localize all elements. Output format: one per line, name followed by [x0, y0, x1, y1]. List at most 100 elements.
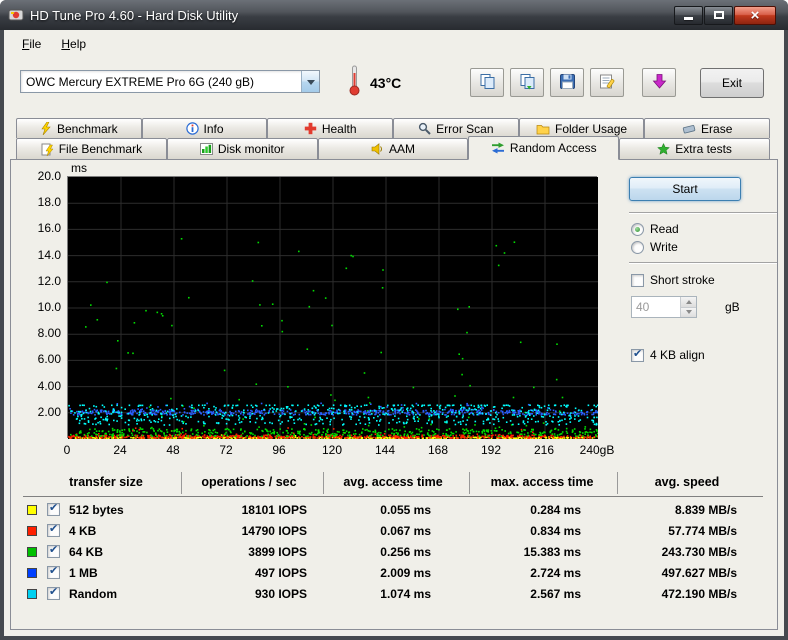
- tab-random-access[interactable]: Random Access: [468, 136, 619, 160]
- stroke-size-input[interactable]: [632, 297, 680, 317]
- x-tick: 216: [522, 443, 566, 457]
- x-tick: 96: [257, 443, 301, 457]
- maximize-icon: [714, 11, 724, 19]
- tab-info[interactable]: Info: [142, 118, 268, 138]
- write-radio[interactable]: [631, 241, 644, 254]
- short-stroke-label: Short stroke: [650, 273, 715, 287]
- table-row: 512 bytes18101 IOPS0.055 ms0.284 ms8.839…: [11, 500, 777, 521]
- maximize-button[interactable]: [704, 6, 733, 25]
- tab-file-benchmark[interactable]: File Benchmark: [16, 138, 167, 159]
- column-divider: [181, 472, 182, 494]
- column-divider: [469, 472, 470, 494]
- x-axis-labels: 024487296120144168192216240gB: [11, 443, 651, 459]
- tab-folder-usage[interactable]: Folder Usage: [519, 118, 645, 138]
- max-access-value: 15.383 ms: [469, 545, 581, 559]
- max-access-value: 2.724 ms: [469, 566, 581, 580]
- minimize-button[interactable]: [674, 6, 703, 25]
- y-tick: 10.0: [38, 300, 61, 314]
- table-row: 4 KB14790 IOPS0.067 ms0.834 ms57.774 MB/…: [11, 521, 777, 542]
- health-icon: [304, 122, 317, 135]
- y-tick: 12.0: [38, 274, 61, 288]
- x-tick: 240gB: [575, 443, 619, 457]
- titlebar[interactable]: HD Tune Pro 4.60 - Hard Disk Utility ×: [0, 0, 788, 30]
- series-checkbox[interactable]: [47, 503, 60, 516]
- tab-disk-monitor[interactable]: Disk monitor: [167, 138, 318, 159]
- ops-value: 18101 IOPS: [181, 503, 307, 517]
- extra-tests-icon: [657, 143, 670, 155]
- write-label: Write: [650, 240, 678, 254]
- save-text-icon: [599, 73, 616, 93]
- spinner-up-icon[interactable]: [681, 297, 696, 308]
- align-checkbox[interactable]: [631, 349, 644, 362]
- minimize-icon: [684, 17, 693, 20]
- access-time-chart: [67, 176, 597, 438]
- table-row: Random930 IOPS1.074 ms2.567 ms472.190 MB…: [11, 584, 777, 605]
- series-checkbox[interactable]: [47, 566, 60, 579]
- y-tick: 8.00: [38, 326, 61, 340]
- copy-text-button[interactable]: [510, 68, 544, 97]
- tab-extra-tests[interactable]: Extra tests: [619, 138, 770, 159]
- avg-access-value: 2.009 ms: [323, 566, 431, 580]
- short-stroke-checkbox[interactable]: [631, 274, 644, 287]
- menu-item-help[interactable]: Help: [51, 34, 96, 54]
- avg-speed-value: 497.627 MB/s: [609, 566, 737, 580]
- ops-value: 14790 IOPS: [181, 524, 307, 538]
- download-icon: [651, 73, 668, 93]
- save-text-button[interactable]: [590, 68, 624, 97]
- y-axis-unit: ms: [71, 161, 87, 175]
- read-radio[interactable]: [631, 223, 644, 236]
- x-tick: 192: [469, 443, 513, 457]
- drive-select[interactable]: OWC Mercury EXTREME Pro 6G (240 gB): [20, 70, 320, 93]
- series-checkbox[interactable]: [47, 545, 60, 558]
- chevron-down-icon[interactable]: [301, 71, 319, 92]
- series-checkbox[interactable]: [47, 524, 60, 537]
- copy-image-button[interactable]: [470, 68, 504, 97]
- eraser-icon: [682, 123, 696, 135]
- close-button[interactable]: ×: [734, 6, 776, 25]
- capture-button[interactable]: [642, 68, 676, 97]
- series-checkbox[interactable]: [47, 587, 60, 600]
- col-header-max-access: max. access time: [469, 475, 615, 489]
- x-tick: 72: [204, 443, 248, 457]
- tab-health[interactable]: Health: [267, 118, 393, 138]
- series-color-swatch: [27, 505, 37, 515]
- menu-item-file[interactable]: File: [12, 34, 51, 54]
- transfer-size-label: 1 MB: [69, 566, 98, 580]
- thermometer-icon: [348, 64, 361, 99]
- x-tick: 0: [45, 443, 89, 457]
- random-access-panel: ms 20.018.016.014.012.010.08.006.004.002…: [10, 159, 778, 630]
- magnifier-icon: [418, 122, 431, 135]
- save-image-button[interactable]: [550, 68, 584, 97]
- avg-speed-value: 472.190 MB/s: [609, 587, 737, 601]
- copy-add-icon: [519, 73, 536, 93]
- tab-error-scan[interactable]: Error Scan: [393, 118, 519, 138]
- drive-select-value: OWC Mercury EXTREME Pro 6G (240 gB): [21, 75, 301, 89]
- file-benchmark-icon: [41, 143, 54, 156]
- tab-benchmark[interactable]: Benchmark: [16, 118, 142, 138]
- series-color-swatch: [27, 568, 37, 578]
- transfer-size-label: Random: [69, 587, 117, 601]
- table-row: 64 KB3899 IOPS0.256 ms15.383 ms243.730 M…: [11, 542, 777, 563]
- y-axis-labels: 20.018.016.014.012.010.08.006.004.002.00: [11, 160, 61, 460]
- tab-erase[interactable]: Erase: [644, 118, 770, 138]
- spinner-down-icon[interactable]: [681, 308, 696, 318]
- tab-row-1: BenchmarkInfoHealthError ScanFolder Usag…: [16, 118, 770, 138]
- transfer-size-label: 64 KB: [69, 545, 103, 559]
- y-tick: 6.00: [38, 352, 61, 366]
- avg-speed-value: 243.730 MB/s: [609, 545, 737, 559]
- avg-access-value: 0.067 ms: [323, 524, 431, 538]
- start-button[interactable]: Start: [629, 177, 741, 201]
- menubar: FileHelp: [4, 32, 784, 56]
- copy-icon: [479, 73, 496, 93]
- column-divider: [617, 472, 618, 494]
- separator: [629, 262, 777, 264]
- tab-aam[interactable]: AAM: [318, 138, 469, 159]
- avg-access-value: 0.055 ms: [323, 503, 431, 517]
- speaker-icon: [371, 143, 384, 155]
- stroke-unit-label: gB: [725, 300, 740, 314]
- series-color-swatch: [27, 526, 37, 536]
- window-body: FileHelp OWC Mercury EXTREME Pro 6G (240…: [4, 30, 784, 636]
- transfer-size-label: 512 bytes: [69, 503, 124, 517]
- exit-button[interactable]: Exit: [700, 68, 764, 98]
- temperature-value: 43°C: [370, 75, 401, 91]
